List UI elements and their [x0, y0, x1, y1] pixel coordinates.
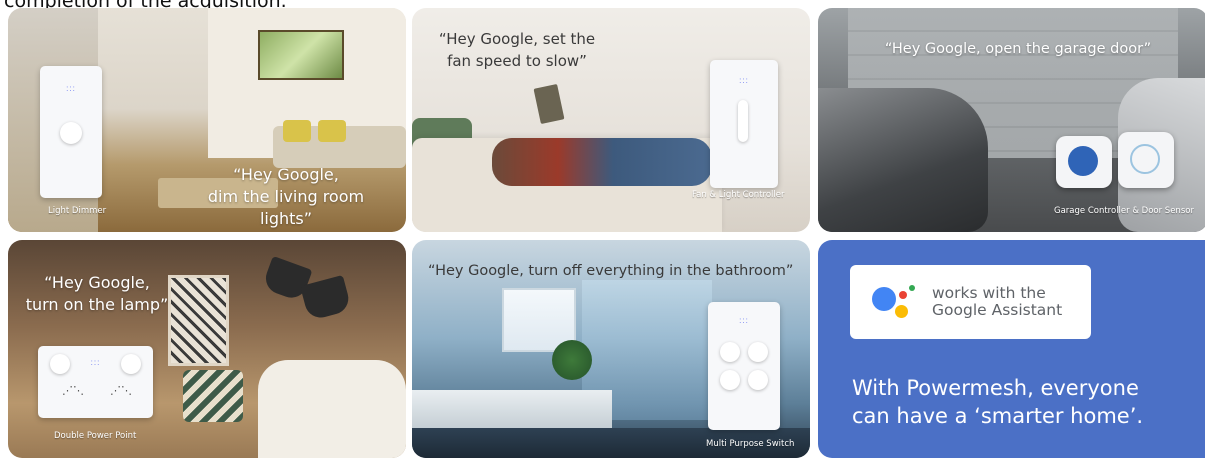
product-caption: Multi Purpose Switch [706, 439, 795, 449]
product-caption: Light Dimmer [48, 206, 107, 216]
reclining-person [492, 138, 712, 186]
door-sensor-device [1118, 132, 1174, 188]
tile-google-assistant: works with the Google Assistant With Pow… [818, 240, 1205, 458]
voice-command-quote: “Hey Google, dim the living room lights” [207, 165, 365, 228]
controller-logo-icon [1068, 146, 1098, 176]
fan-light-controller-switch: ::: [710, 60, 778, 188]
double-power-point-device: ::: ⋰⋱ ⋰⋱ [38, 346, 153, 418]
wall-painting [258, 30, 344, 80]
dimmer-knob [60, 122, 82, 144]
works-with-google-assistant-badge: works with the Google Assistant [850, 265, 1091, 339]
tile-light-dimmer: ::: “Hey Google, dim the living room lig… [8, 8, 406, 232]
yellow-pillow [318, 120, 346, 142]
potted-plant [552, 340, 592, 380]
switch-button [748, 342, 768, 362]
tile-multi-purpose-switch: ::: “Hey Google, turn off everything in … [412, 240, 810, 458]
multi-purpose-switch-device: ::: [708, 302, 780, 430]
switch-button [720, 370, 740, 390]
google-assistant-logo-icon [872, 285, 918, 321]
indicator-dots-icon: ::: [739, 316, 749, 325]
badge-line-2: Google Assistant [932, 301, 1063, 319]
voice-command-quote: “Hey Google, turn on the lamp” [25, 273, 169, 314]
tile-double-power-point: ::: ⋰⋱ ⋰⋱ “Hey Google, turn on the lamp”… [8, 240, 406, 458]
indicator-dots-icon: ::: [739, 76, 749, 85]
tagline-line-1: With Powermesh, everyone [852, 376, 1139, 400]
vanity [412, 390, 612, 430]
tile-fan-controller: ::: “Hey Google, set the fan speed to sl… [412, 8, 810, 232]
badge-line-1: works with the [932, 284, 1046, 302]
garage-controller-device [1056, 136, 1112, 188]
voice-command-quote: “Hey Google, turn off everything in the … [428, 263, 794, 279]
armchair [258, 360, 406, 458]
badge-text: works with the Google Assistant [932, 285, 1062, 319]
voice-command-quote: “Hey Google, set the fan speed to slow” [438, 30, 596, 70]
product-caption: Double Power Point [54, 431, 137, 441]
book [533, 83, 565, 125]
switch-button [720, 342, 740, 362]
patterned-pillow [183, 370, 243, 422]
indicator-dots-icon: ::: [66, 84, 76, 93]
socket-icon: ⋰⋱ [62, 385, 84, 397]
voice-command-quote: “Hey Google, open the garage door” [884, 41, 1152, 57]
socket-icon: ⋰⋱ [110, 385, 132, 397]
product-caption: Garage Controller & Door Sensor [1054, 206, 1194, 216]
yellow-pillow [283, 120, 311, 142]
zigzag-frame [168, 275, 229, 366]
sensor-logo-icon [1130, 144, 1160, 174]
tagline-line-2: can have a ‘smarter home’. [852, 404, 1144, 428]
product-caption: Fan & Light Controller [692, 190, 785, 200]
tile-garage-controller: “Hey Google, open the garage door” Garag… [818, 8, 1205, 232]
fan-slider [738, 100, 748, 142]
switch-button [748, 370, 768, 390]
power-button [121, 354, 141, 374]
grey-car [818, 88, 988, 232]
powermesh-tagline: With Powermesh, everyone can have a ‘sma… [852, 374, 1143, 430]
light-dimmer-switch: ::: [40, 66, 102, 198]
